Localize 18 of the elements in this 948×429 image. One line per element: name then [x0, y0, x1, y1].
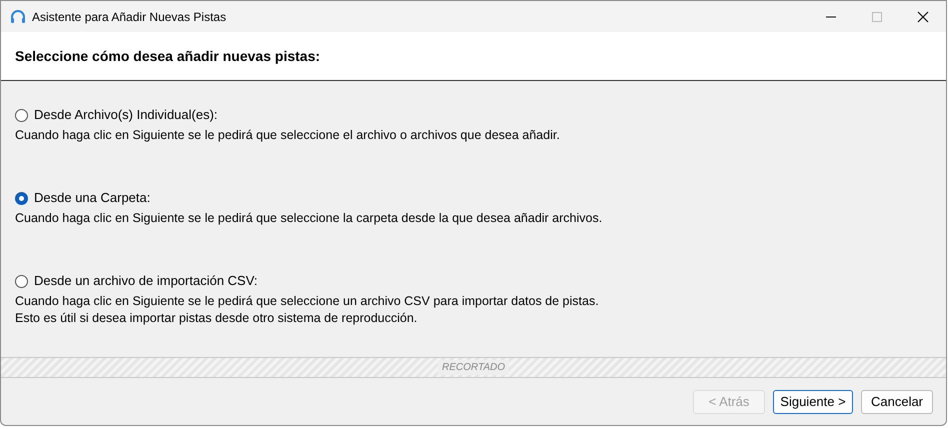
wizard-button[interactable]: Cancelar — [861, 390, 933, 414]
radio-button[interactable] — [15, 108, 28, 122]
headphones-icon — [10, 8, 26, 24]
radio-option[interactable]: Desde una Carpeta: — [15, 189, 150, 207]
option-description: Cuando haga clic en Siguiente se le pedirá que seleccione el archivo o archivos que desea añadir. — [15, 127, 560, 144]
radio-button[interactable] — [15, 192, 28, 204]
wizard-button[interactable]: Siguiente > — [773, 390, 853, 414]
cropped-label: RECORTADO — [438, 360, 509, 375]
option-description: Cuando haga clic en Siguiente se le pedirá que seleccione la carpeta desde la que desea añadir archivos. — [15, 210, 602, 227]
radio-option[interactable]: Desde un archivo de importación CSV: — [15, 272, 258, 290]
option-description: Cuando haga clic en Siguiente se le pedirá que seleccione un archivo CSV para importar datos de pistas. — [15, 293, 599, 310]
close-icon — [917, 10, 929, 22]
header-title: Seleccione cómo desea añadir nuevas pistas: — [15, 46, 320, 66]
option-description: Esto es útil si desea importar pistas desde otro sistema de reproducción. — [15, 310, 418, 327]
radio-option[interactable]: Desde Archivo(s) Individual(es): — [15, 106, 218, 124]
window-title: Asistente para Añadir Nuevas Pistas — [32, 8, 226, 26]
radio-button[interactable] — [15, 274, 28, 288]
maximize-icon — [872, 12, 882, 22]
